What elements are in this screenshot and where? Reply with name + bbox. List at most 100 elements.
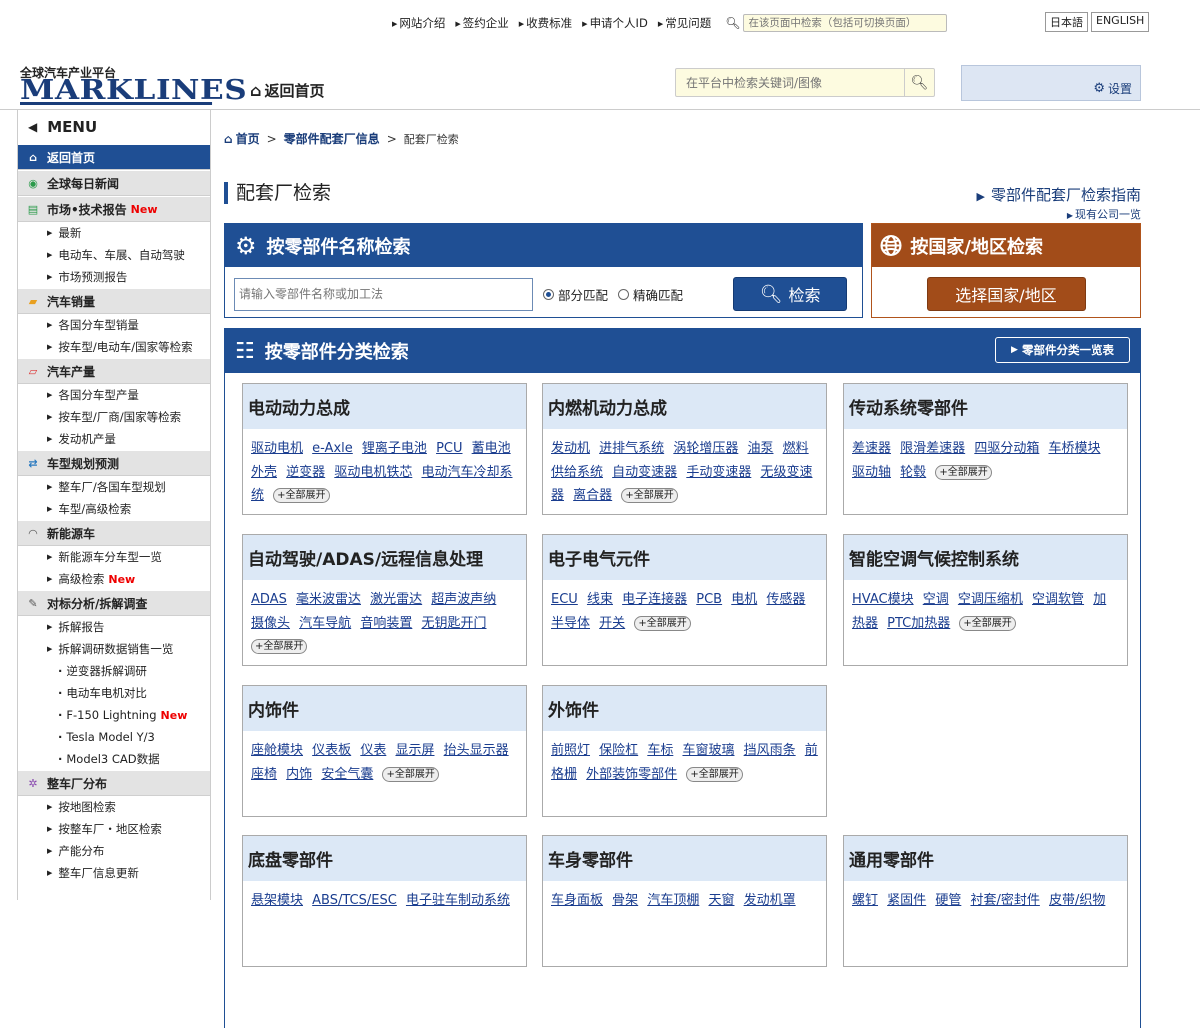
part-link[interactable]: 毫米波雷达 [296,592,361,607]
part-link[interactable]: ADAS [251,592,287,607]
radio-exact-match[interactable]: 精确匹配 [618,285,683,304]
menu-toggle[interactable]: ◀ MENU [18,110,210,144]
sidebar-item-nev[interactable]: ◠ 新能源车 [18,520,210,546]
platform-search-button[interactable]: 🔍︎ [904,69,934,96]
expand-all-button[interactable]: +全部展开 [959,615,1016,631]
part-link[interactable]: ECU [551,592,578,607]
part-link[interactable]: 前照灯 [551,743,590,758]
sidebar-sublink-motor[interactable]: 电动车电机对比 [18,682,210,704]
part-search-button[interactable]: 🔍︎ 检索 [733,277,848,311]
part-link[interactable]: 差速器 [852,441,891,456]
part-link[interactable]: 仪表 [360,743,386,758]
part-link[interactable]: 汽车导航 [299,616,351,631]
part-link[interactable]: PTC加热器 [887,616,950,631]
select-country-button[interactable]: 选择国家/地区 [926,277,1086,311]
search-guide-link[interactable]: 零部件配套厂检索指南 [977,184,1141,205]
part-link[interactable]: 电子连接器 [622,592,687,607]
expand-all-button[interactable]: +全部展开 [382,766,439,782]
sidebar-link-td-report[interactable]: 拆解报告 [18,616,210,638]
part-link[interactable]: 车桥模块 [1048,441,1100,456]
part-link[interactable]: 手动变速器 [686,465,751,480]
expand-all-button[interactable]: +全部展开 [251,639,308,654]
sidebar-sublink-f150[interactable]: F-150 LightningNew [18,704,210,726]
sidebar-link-oem-region[interactable]: 按整车厂・地区检索 [18,818,210,840]
expand-all-button[interactable]: +全部展开 [935,464,992,480]
top-link-pricing[interactable]: 收费标准 [519,15,572,31]
lang-english[interactable]: ENGLISH [1091,12,1150,32]
part-link[interactable]: 无钥匙开门 [421,616,486,631]
part-link[interactable]: 天窗 [708,893,734,908]
sidebar-link-ev-show[interactable]: 电动车、车展、自动驾驶 [18,244,210,266]
part-link[interactable]: 挡风雨条 [744,743,796,758]
part-link[interactable]: 骨架 [612,893,638,908]
sidebar-item-plan[interactable]: ⇄ 车型规划预测 [18,450,210,476]
part-link[interactable]: ABS/TCS/ESC [312,893,397,908]
lang-japanese[interactable]: 日本語 [1045,12,1088,32]
part-link[interactable]: PCB [696,592,722,607]
part-link[interactable]: e-Axle [312,441,353,456]
expand-all-button[interactable]: +全部展开 [621,488,678,503]
part-link[interactable]: 限滑差速器 [900,441,965,456]
part-link[interactable]: 摄像头 [251,616,290,631]
part-link[interactable]: 皮带/织物 [1049,893,1105,908]
expand-all-button[interactable]: +全部展开 [273,488,330,503]
part-link[interactable]: 油泵 [747,441,773,456]
part-link[interactable]: 发动机 [551,441,590,456]
sidebar-link-forecast[interactable]: 市场预测报告 [18,266,210,288]
sidebar-sublink-tesla[interactable]: Tesla Model Y/3 [18,726,210,748]
sidebar-item-news[interactable]: ◉ 全球每日新闻 [18,170,210,196]
part-link[interactable]: 发动机罩 [744,893,796,908]
sidebar-sublink-model3[interactable]: Model3 CAD数据 [18,748,210,770]
sidebar-link-prod-country[interactable]: 各国分车型产量 [18,384,210,406]
breadcrumb-parts[interactable]: 零部件配套厂信息 [284,130,380,147]
part-link[interactable]: 电子驻车制动系统 [406,893,510,908]
sidebar-link-map[interactable]: 按地图检索 [18,796,210,818]
part-link[interactable]: 衬套/密封件 [970,893,1039,908]
top-link-clients[interactable]: 签约企业 [455,15,509,31]
part-link[interactable]: 座椅 [251,767,277,782]
part-link[interactable]: 涡轮增压器 [673,441,738,456]
home-link[interactable]: ⌂ 返回首页 [250,80,324,101]
sidebar-sublink-inverter[interactable]: 逆变器拆解调研 [18,660,210,682]
part-link[interactable]: 音响装置 [360,616,412,631]
part-link[interactable]: 线束 [587,592,613,607]
part-link[interactable]: 超声波声纳 [431,592,496,607]
sidebar-link-prod-search[interactable]: 按车型/厂商/国家等检索 [18,406,210,428]
sidebar-item-production[interactable]: ▱ 汽车产量 [18,358,210,384]
page-search-input[interactable] [743,14,948,32]
expand-all-button[interactable]: +全部展开 [686,766,743,782]
part-link[interactable]: 逆变器 [286,465,325,480]
sidebar-link-nev-adv[interactable]: 高级检索New [18,568,210,590]
part-link[interactable]: 车标 [647,743,673,758]
part-link[interactable]: 抬头显示器 [444,743,509,758]
sidebar-link-engine-prod[interactable]: 发动机产量 [18,428,210,450]
sidebar-link-plan-search[interactable]: 车型/高级检索 [18,498,210,520]
sidebar-link-latest[interactable]: 最新 [18,222,210,244]
sidebar-link-capacity[interactable]: 产能分布 [18,840,210,862]
part-link[interactable]: 进排气系统 [599,441,664,456]
expand-all-button[interactable]: +全部展开 [634,615,691,631]
part-link[interactable]: PCU [436,441,462,456]
part-link[interactable]: 激光雷达 [370,592,422,607]
part-link[interactable]: 开关 [599,616,625,631]
part-link[interactable]: 空调 [923,592,949,607]
top-link-faq[interactable]: 常见问题 [658,15,711,31]
part-link[interactable]: 紧固件 [887,893,926,908]
part-link[interactable]: 车身面板 [551,893,603,908]
part-link[interactable]: 驱动电机 [251,441,303,456]
sidebar-link-td-list[interactable]: 拆解调研数据销售一览 [18,638,210,660]
platform-search-input[interactable] [676,75,904,90]
category-list-button[interactable]: 零部件分类一览表 [995,337,1130,363]
part-link[interactable]: 汽车顶棚 [647,893,699,908]
part-name-input[interactable] [234,277,533,311]
sidebar-item-sales[interactable]: ▰ 汽车销量 [18,288,210,314]
top-link-apply-id[interactable]: 申请个人ID [582,15,648,31]
part-link[interactable]: 锂离子电池 [362,441,427,456]
part-link[interactable]: 轮毂 [900,465,926,480]
part-link[interactable]: 自动变速器 [612,465,677,480]
part-link[interactable]: 离合器 [573,488,612,503]
part-link[interactable]: 四驱分动箱 [974,441,1039,456]
part-link[interactable]: 显示屏 [395,743,434,758]
part-link[interactable]: 保险杠 [599,743,638,758]
part-link[interactable]: 螺钉 [852,893,878,908]
